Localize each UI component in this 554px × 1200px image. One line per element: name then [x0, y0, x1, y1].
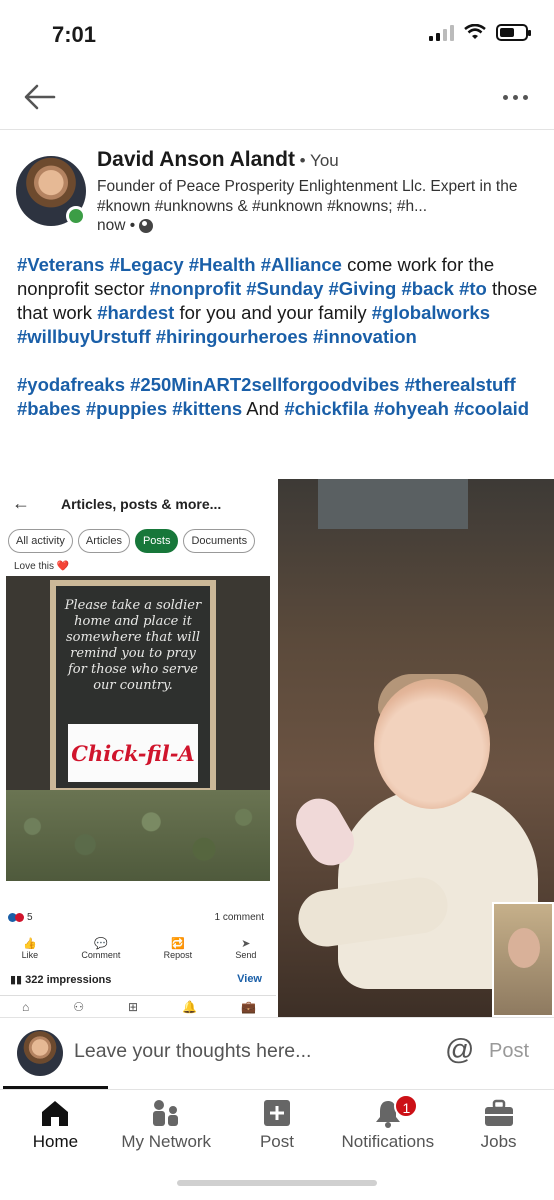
embedded-action: 👍 Like — [22, 937, 39, 960]
embedded-view-link: View — [237, 973, 262, 985]
embedded-impressions: ▮▮ 322 impressions — [10, 973, 111, 986]
embedded-screenshot-image[interactable]: ← Articles, posts & more... All activity… — [0, 479, 278, 1017]
post-icon — [263, 1100, 290, 1126]
home-icon — [42, 1101, 69, 1126]
embedded-bottom-nav: ⌂ ⚇ ⊞ 🔔 💼 — [0, 995, 276, 1017]
battery-icon — [496, 24, 531, 41]
baby-photo[interactable] — [278, 479, 554, 1017]
more-options-button[interactable] — [498, 86, 532, 108]
mention-button[interactable]: @ — [445, 1034, 474, 1067]
embedded-comment-count: 1 comment — [214, 912, 264, 923]
commenter-avatar — [17, 1030, 63, 1076]
window-background — [318, 479, 468, 529]
network-icon — [153, 1100, 179, 1126]
nav-notifications-label: Notifications — [341, 1132, 435, 1151]
logo-text: Chick-fil-A — [71, 740, 195, 766]
embedded-action-icon: 👍 — [23, 938, 37, 950]
status-icons — [429, 24, 531, 41]
nav-home[interactable]: Home — [0, 1090, 111, 1200]
post-time: now • — [97, 217, 154, 235]
back-button[interactable] — [22, 82, 58, 112]
embedded-bell-icon: 🔔 — [182, 999, 198, 1014]
embedded-action-label: Repost — [163, 950, 193, 960]
post-time-text: now • — [97, 217, 136, 234]
hashtag-link[interactable]: #nonprofit #Sunday #Giving #back #to — [150, 278, 487, 299]
toy-soldiers — [6, 790, 270, 881]
embedded-action-icon: 💬 — [94, 938, 108, 950]
embedded-back-icon: ← — [12, 493, 30, 513]
post-media[interactable]: ← Articles, posts & more... All activity… — [0, 479, 554, 1017]
nav-jobs[interactable]: Jobs — [443, 1090, 554, 1200]
chalkboard-photo: Please take a soldier home and place it … — [6, 576, 270, 881]
nav-post-label: Post — [259, 1132, 294, 1151]
post-text-segment: And — [242, 398, 285, 419]
embedded-action: ➤ Send — [235, 937, 256, 960]
hashtag-link[interactable]: #hardest — [97, 302, 174, 323]
post-paragraph: #Veterans #Legacy #Health #Alliance come… — [17, 253, 542, 349]
chalkboard: Please take a soldier home and place it … — [50, 580, 216, 794]
home-indicator — [177, 1180, 377, 1186]
nav-jobs-label: Jobs — [480, 1132, 517, 1151]
online-status-icon — [66, 206, 86, 226]
signal-icon — [429, 24, 454, 41]
chart-icon: ▮▮ — [10, 974, 26, 986]
embedded-action-label: Comment — [81, 950, 121, 960]
chalkboard-text: Please take a soldier home and place it … — [64, 598, 202, 693]
embedded-tabs: All activity Articles Posts Documents — [8, 529, 256, 553]
pip-face — [508, 928, 540, 968]
embedded-reaction-count: 5 — [27, 912, 33, 923]
embedded-action: 🔁 Repost — [164, 937, 193, 960]
globe-icon — [139, 219, 154, 233]
post-body: #Veterans #Legacy #Health #Alliance come… — [17, 253, 542, 445]
embedded-action-icon: 🔁 — [170, 938, 185, 950]
comment-input[interactable] — [74, 1040, 374, 1063]
embedded-post-icon: ⊞ — [128, 999, 139, 1014]
baby-head — [374, 679, 490, 809]
love-reaction-icon — [15, 913, 24, 922]
post-header: David Anson Alandt • You Founder of Peac… — [0, 140, 554, 240]
notification-badge: 1 — [394, 1094, 419, 1118]
nav-my-network-label: My Network — [121, 1132, 212, 1151]
wifi-icon — [464, 24, 486, 39]
embedded-impressions-text: 322 impressions — [25, 974, 112, 986]
embedded-action-icon: ➤ — [241, 938, 251, 950]
embedded-action: 💬 Comment — [81, 937, 120, 960]
embedded-actions: 👍 Like 💬 Comment 🔁 Repost ➤ Send — [0, 937, 276, 960]
embedded-briefcase-icon: 💼 — [241, 999, 256, 1014]
embedded-title: Articles, posts & more... — [61, 496, 222, 512]
author-relation: • You — [294, 151, 339, 170]
nav-home-label: Home — [32, 1132, 79, 1151]
author-line[interactable]: David Anson Alandt • You — [97, 148, 339, 172]
status-bar: 7:01 — [0, 0, 554, 70]
author-name[interactable]: David Anson Alandt — [97, 148, 295, 171]
author-headline: Founder of Peace Prosperity Enlightenmen… — [97, 178, 518, 215]
post-paragraph: #yodafreaks #250MinART2sellforgoodvibes … — [17, 373, 542, 421]
embedded-action-label: Like — [21, 950, 39, 960]
embedded-tab: Documents — [183, 529, 256, 553]
embedded-network-icon: ⚇ — [73, 999, 85, 1014]
status-time: 7:01 — [52, 22, 97, 47]
embedded-caption: Love this ❤️ — [14, 561, 70, 572]
post-text-segment: for you and your family — [174, 302, 372, 323]
embedded-tab: Articles — [77, 529, 130, 553]
post-comment-button[interactable]: Post — [489, 1040, 529, 1063]
top-nav — [0, 70, 554, 130]
embedded-tab: Posts — [134, 529, 179, 553]
hashtag-link[interactable]: #chickfila #ohyeah #coolaid — [284, 398, 529, 419]
embedded-header: ← Articles, posts & more... — [0, 479, 276, 529]
embedded-reactions: 5 — [8, 912, 33, 923]
embedded-action-label: Send — [235, 950, 257, 960]
chick-fil-a-logo: Chick-fil-A — [68, 724, 198, 782]
arrow-left-icon — [24, 84, 56, 110]
embedded-home-icon: ⌂ — [22, 999, 30, 1014]
comment-bar: @ Post — [0, 1017, 554, 1089]
video-call-thumbnail — [492, 902, 554, 1017]
embedded-tab: All activity — [8, 529, 73, 553]
briefcase-icon — [484, 1099, 513, 1126]
hashtag-link[interactable]: #Veterans #Legacy #Health #Alliance — [17, 254, 342, 275]
